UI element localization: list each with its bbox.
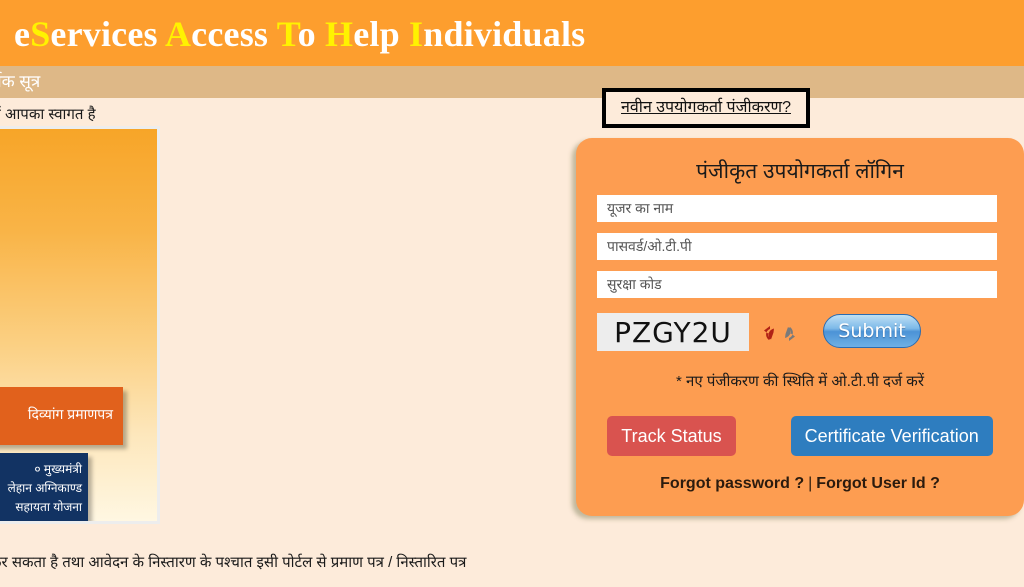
captcha-image: PZGY2U	[597, 313, 749, 351]
nav-item-contact[interactable]: र्पक सूत्र	[0, 70, 40, 94]
promo-caption-scheme-line2: लेहान अग्निकाण्ड	[7, 481, 82, 495]
certificate-verification-button[interactable]: Certificate Verification	[790, 416, 993, 456]
forgot-userid-link[interactable]: Forgot User Id ?	[816, 475, 940, 492]
username-input[interactable]	[597, 195, 997, 222]
nav-bar: र्पक सूत्र	[0, 66, 1024, 98]
title-segment-highlight: H	[325, 14, 354, 54]
forgot-links-row: Forgot password ? | Forgot User Id ?	[576, 473, 1024, 495]
title-segment: ervices	[50, 14, 165, 54]
action-buttons-row: Track Status Certificate Verification	[576, 416, 1024, 456]
footer-paragraph: कर सकता है तथा आवेदन के निस्तारण के पश्च…	[0, 554, 467, 571]
title-segment: ccess	[191, 14, 277, 54]
promo-band-divyang: दिव्यांग प्रमाणपत्र	[0, 387, 123, 445]
track-status-button[interactable]: Track Status	[607, 416, 736, 456]
promo-caption-divyang: दिव्यांग प्रमाणपत्र	[27, 406, 113, 422]
promo-caption-scheme: ० मुख्यमंत्री लेहान अग्निकाण्ड सहायता यो…	[8, 460, 82, 517]
title-segment: ndividuals	[423, 14, 586, 54]
welcome-text: ों आपका स्वागत है	[0, 106, 96, 123]
promo-caption-scheme-line1: ० मुख्यमंत्री	[34, 462, 82, 476]
refresh-icon[interactable]	[762, 318, 798, 348]
title-segment: o	[297, 14, 326, 54]
promo-card[interactable]: दिव्यांग प्रमाणपत्र ० मुख्यमंत्री लेहान …	[0, 126, 160, 524]
title-segment-highlight: A	[164, 14, 192, 54]
login-panel-title: पंजीकृत उपयोगकर्ता लॉगिन	[696, 160, 904, 183]
title-segment: e	[14, 14, 31, 54]
title-segment-highlight: I	[409, 14, 424, 54]
login-panel: पंजीकृत उपयोगकर्ता लॉगिन PZGY2U Submit *…	[576, 138, 1024, 516]
submit-button[interactable]: Submit	[823, 314, 921, 348]
promo-caption-scheme-line3: सहायता योजना	[15, 500, 82, 514]
password-otp-input[interactable]	[597, 233, 997, 260]
site-header: eServices Access To Help Individuals	[0, 0, 1024, 66]
title-segment-highlight: S	[30, 14, 51, 54]
new-user-registration-link[interactable]: नवीन उपयोगकर्ता पंजीकरण?	[621, 97, 791, 119]
forgot-links-separator: |	[808, 475, 813, 492]
otp-note: * नए पंजीकरण की स्थिति में ओ.टी.पी दर्ज …	[676, 373, 924, 390]
promo-image: दिव्यांग प्रमाणपत्र ० मुख्यमंत्री लेहान …	[0, 129, 157, 521]
title-segment: elp	[353, 14, 410, 54]
site-title: eServices Access To Help Individuals	[14, 12, 585, 56]
promo-band-scheme: ० मुख्यमंत्री लेहान अग्निकाण्ड सहायता यो…	[0, 453, 88, 521]
security-code-input[interactable]	[597, 271, 997, 298]
new-user-registration-box[interactable]: नवीन उपयोगकर्ता पंजीकरण?	[602, 88, 810, 128]
forgot-password-link[interactable]: Forgot password ?	[660, 475, 804, 492]
title-segment-highlight: T	[276, 14, 298, 54]
